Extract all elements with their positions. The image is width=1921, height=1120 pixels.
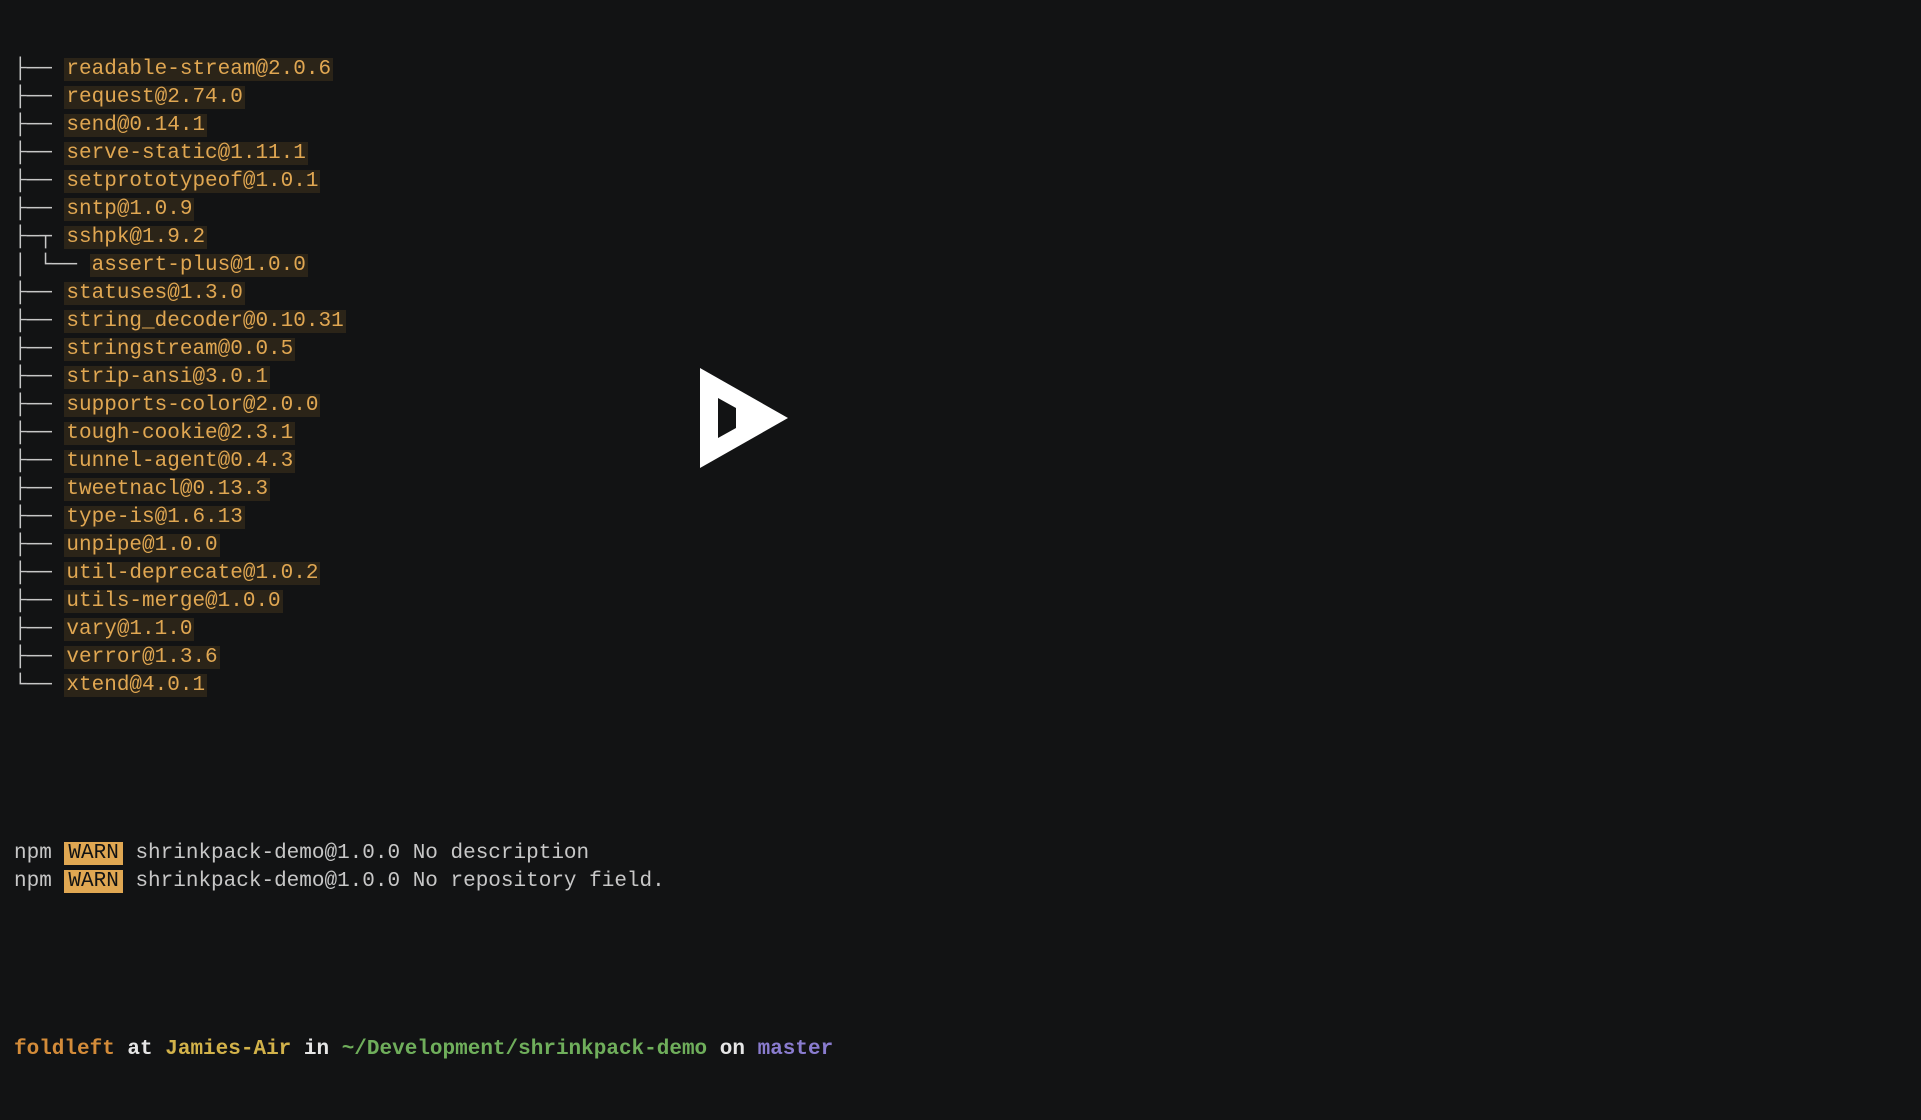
tree-prefix: ├── [14,58,64,81]
package-line: ├── utils-merge@1.0.0 [14,588,1907,616]
package-name: string_decoder@0.10.31 [64,310,345,333]
package-line: ├── statuses@1.3.0 [14,280,1907,308]
tree-prefix: ├── [14,114,64,137]
warn-badge: WARN [64,870,122,893]
package-name: send@0.14.1 [64,114,207,137]
warn-message: shrinkpack-demo@1.0.0 No repository fiel… [123,870,665,893]
play-icon [688,368,788,468]
package-name: type-is@1.6.13 [64,506,244,529]
prompt-on: on [707,1038,757,1061]
package-line: ├── supports-color@2.0.0 [14,392,1907,420]
package-name: tunnel-agent@0.4.3 [64,450,295,473]
blank-line [14,756,1907,784]
warn-badge: WARN [64,842,122,865]
package-name: setprototypeof@1.0.1 [64,170,320,193]
package-name: sshpk@1.9.2 [64,226,207,249]
tree-prefix: ├── [14,170,64,193]
tree-prefix: └── [14,674,64,697]
tree-prefix: ├── [14,506,64,529]
package-line: ├── setprototypeof@1.0.1 [14,168,1907,196]
package-name: assert-plus@1.0.0 [90,254,308,277]
tree-prefix: ├── [14,618,64,641]
tree-prefix: ├── [14,366,64,389]
package-line: └── xtend@4.0.1 [14,672,1907,700]
package-line: │ └── assert-plus@1.0.0 [14,252,1907,280]
terminal-output: ├── readable-stream@2.0.6├── request@2.7… [0,0,1921,1120]
prompt-branch: master [758,1038,834,1061]
package-line: ├── send@0.14.1 [14,112,1907,140]
package-line: ├── vary@1.1.0 [14,616,1907,644]
package-name: tweetnacl@0.13.3 [64,478,270,501]
package-name: stringstream@0.0.5 [64,338,295,361]
tree-prefix: ├── [14,86,64,109]
warn-message: shrinkpack-demo@1.0.0 No description [123,842,589,865]
package-name: vary@1.1.0 [64,618,194,641]
prompt-user: foldleft [14,1038,115,1061]
package-line: ├── sntp@1.0.9 [14,196,1907,224]
prompt-in: in [291,1038,341,1061]
tree-prefix: ├── [14,562,64,585]
tree-prefix: ├── [14,198,64,221]
tree-prefix: ├── [14,646,64,669]
package-line: ├── tough-cookie@2.3.1 [14,420,1907,448]
package-name: utils-merge@1.0.0 [64,590,282,613]
package-line: ├── tweetnacl@0.13.3 [14,476,1907,504]
package-line: ├── verror@1.3.6 [14,644,1907,672]
tree-prefix: ├── [14,534,64,557]
package-name: statuses@1.3.0 [64,282,244,305]
package-name: verror@1.3.6 [64,646,219,669]
package-name: sntp@1.0.9 [64,198,194,221]
npm-warn-line: npm WARN shrinkpack-demo@1.0.0 No reposi… [14,868,1907,896]
tree-prefix: ├── [14,590,64,613]
play-button[interactable] [688,368,788,468]
tree-prefix: ├── [14,422,64,445]
prompt-host: Jamies-Air [165,1038,291,1061]
package-line: ├── tunnel-agent@0.4.3 [14,448,1907,476]
package-name: strip-ansi@3.0.1 [64,366,270,389]
prompt-path: ~/Development/shrinkpack-demo [342,1038,707,1061]
prompt-at: at [115,1038,165,1061]
tree-prefix: ├── [14,310,64,333]
package-name: util-deprecate@1.0.2 [64,562,320,585]
tree-prefix: ├── [14,338,64,361]
package-name: supports-color@2.0.0 [64,394,320,417]
tree-prefix: ├── [14,142,64,165]
package-name: readable-stream@2.0.6 [64,58,333,81]
package-line: ├── string_decoder@0.10.31 [14,308,1907,336]
shell-prompt-line: foldleft at Jamies-Air in ~/Development/… [14,1036,1907,1064]
package-line: ├── stringstream@0.0.5 [14,336,1907,364]
npm-warn-line: npm WARN shrinkpack-demo@1.0.0 No descri… [14,840,1907,868]
tree-prefix: │ └── [14,254,90,277]
package-line: ├── type-is@1.6.13 [14,504,1907,532]
tree-prefix: ├─┬ [14,226,64,249]
package-name: serve-static@1.11.1 [64,142,307,165]
tree-prefix: ├── [14,450,64,473]
package-line: ├── serve-static@1.11.1 [14,140,1907,168]
package-line: ├── unpipe@1.0.0 [14,532,1907,560]
blank-line [14,952,1907,980]
package-line: ├── request@2.74.0 [14,84,1907,112]
tree-prefix: ├── [14,478,64,501]
package-line: ├── strip-ansi@3.0.1 [14,364,1907,392]
tree-prefix: ├── [14,394,64,417]
package-line: ├── util-deprecate@1.0.2 [14,560,1907,588]
package-name: tough-cookie@2.3.1 [64,422,295,445]
tree-prefix: ├── [14,282,64,305]
npm-label: npm [14,842,52,865]
package-line: ├─┬ sshpk@1.9.2 [14,224,1907,252]
npm-label: npm [14,870,52,893]
package-line: ├── readable-stream@2.0.6 [14,56,1907,84]
package-name: xtend@4.0.1 [64,674,207,697]
package-name: request@2.74.0 [64,86,244,109]
package-name: unpipe@1.0.0 [64,534,219,557]
